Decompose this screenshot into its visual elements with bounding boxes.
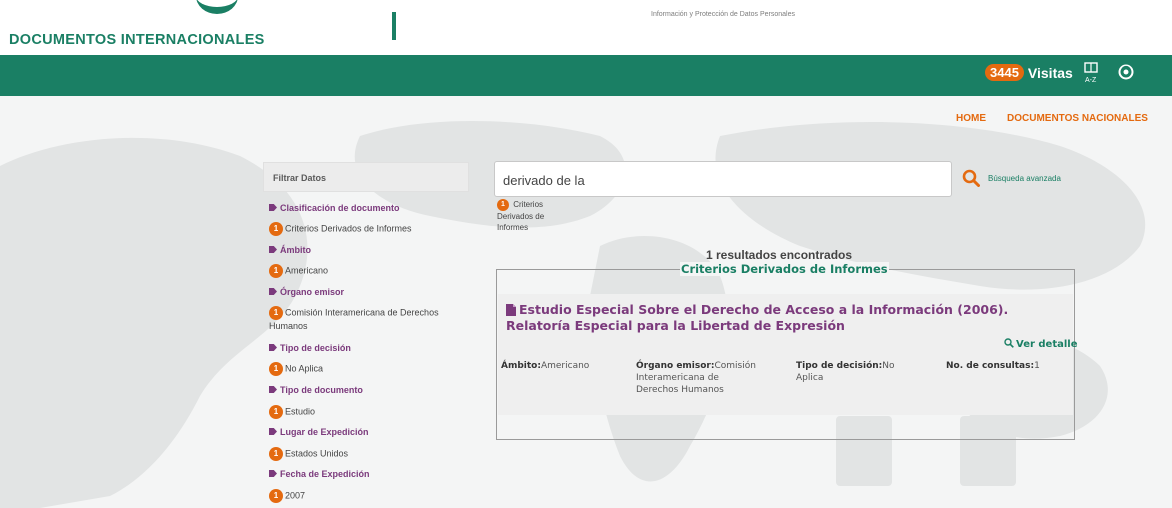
result-count: 1 resultados encontrados	[706, 248, 853, 262]
count-badge: 1	[497, 199, 509, 211]
refresh-icon[interactable]	[1118, 64, 1134, 80]
tag-icon	[269, 246, 277, 253]
meta-consultas: No. de consultas:1	[946, 361, 1040, 371]
tag-icon	[269, 470, 277, 477]
search-icon[interactable]	[962, 169, 980, 187]
meta-tipo-decision: Tipo de decisión:No Aplica	[796, 361, 895, 383]
nav-documentos-nacionales-link[interactable]: DOCUMENTOS NACIONALES	[1007, 113, 1148, 124]
count-badge: 1	[269, 447, 283, 461]
count-badge: 1	[269, 362, 283, 376]
count-badge: 1	[269, 489, 283, 503]
site-logo-text[interactable]: DOCUMENTOS INTERNACIONALES	[9, 32, 265, 48]
count-badge: 1	[269, 405, 283, 419]
filter-header: Filtrar Datos	[263, 162, 469, 192]
facet-organo-title: Órgano emisor	[269, 287, 344, 297]
facet-tipo-decision-item[interactable]: 1 No Aplica	[269, 362, 469, 376]
header-divider	[392, 12, 396, 40]
count-badge: 1	[269, 306, 283, 320]
logo-arc-icon	[196, 0, 238, 14]
facet-ambito-item[interactable]: 1 Americano	[269, 264, 469, 278]
visit-counter: 3445 Visitas	[985, 64, 1073, 81]
facet-tipo-documento-title: Tipo de documento	[269, 385, 363, 395]
results-group: Criterios Derivados de Informes Estudio …	[496, 262, 1078, 440]
meta-ambito: Ámbito:Americano	[501, 361, 590, 371]
ver-detalle-link[interactable]: Ver detalle	[1004, 338, 1078, 350]
facet-organo-item[interactable]: 1 Comisión Interamericana de Derechos Hum…	[269, 306, 474, 332]
result-card: Estudio Especial Sobre el Derecho de Acc…	[498, 294, 1078, 415]
search-suggestion[interactable]: 1 Criterios Derivados de Informes	[497, 199, 567, 233]
visit-label: Visitas	[1027, 64, 1073, 81]
facet-fecha-item[interactable]: 1 2007	[269, 489, 469, 503]
magnifier-icon	[1004, 338, 1014, 348]
tag-icon	[269, 386, 277, 393]
facet-lugar-title: Lugar de Expedición	[269, 427, 369, 437]
filter-sidebar: Filtrar Datos Clasificación de documento…	[263, 162, 469, 503]
az-index-icon[interactable]: A-Z	[1083, 62, 1099, 84]
facet-ambito-title: Ámbito	[269, 245, 311, 255]
advanced-search-link[interactable]: Búsqueda avanzada	[988, 174, 1061, 183]
count-badge: 1	[269, 264, 283, 278]
top-bar: 3445 Visitas A-Z	[0, 55, 1172, 96]
search-input[interactable]: derivado de la	[494, 161, 952, 197]
facet-clasificacion-title: Clasificación de documento	[269, 203, 400, 213]
visit-count-badge: 3445	[985, 64, 1024, 81]
institute-name: Información y Protección de Datos Person…	[651, 11, 795, 18]
tag-icon	[269, 344, 277, 351]
site-header: DOCUMENTOS INTERNACIONALES Información y…	[0, 0, 1172, 55]
result-title-link[interactable]: Estudio Especial Sobre el Derecho de Acc…	[506, 302, 1066, 334]
meta-organo: Órgano emisor:Comisión Interamericana de…	[636, 361, 756, 395]
tag-icon	[269, 204, 277, 211]
nav-home-link[interactable]: HOME	[956, 113, 986, 124]
facet-tipo-documento-item[interactable]: 1 Estudio	[269, 405, 469, 419]
count-badge: 1	[269, 222, 283, 236]
facet-tipo-decision-title: Tipo de decisión	[269, 343, 351, 353]
tag-icon	[269, 428, 277, 435]
facet-clasificacion-item[interactable]: 1 Criterios Derivados de Informes	[269, 222, 469, 236]
tag-icon	[269, 288, 277, 295]
facet-fecha-title: Fecha de Expedición	[269, 469, 370, 479]
facet-lugar-item[interactable]: 1 Estados Unidos	[269, 447, 469, 461]
svg-text:A-Z: A-Z	[1085, 77, 1097, 84]
results-group-title: Criterios Derivados de Informes	[680, 262, 889, 276]
